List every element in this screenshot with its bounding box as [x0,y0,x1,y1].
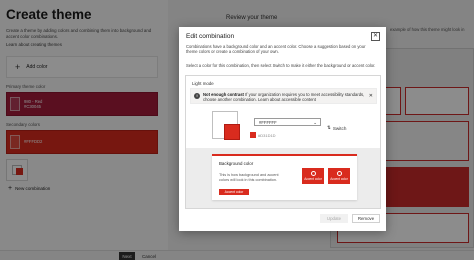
accent-dot [250,132,256,138]
background-color-select[interactable]: #FFFFFF ⌄ [254,118,321,126]
combination-preview: Background color This is how background … [186,148,380,208]
dialog-instruction: Select a color for this combination, the… [186,63,376,68]
accent-color-row[interactable]: #D31D1D [250,132,276,138]
accent-swatch[interactable] [224,124,240,140]
accent-tile: Accent color [328,168,350,184]
contrast-warning: ! Not enough contrast If your organizati… [190,88,377,104]
preview-accent-button: Accent color [219,189,249,195]
dialog-title: Edit combination [186,33,235,40]
tile-label: Accent color [304,177,322,181]
globe-icon [336,171,342,176]
tile-label: Accent color [330,177,348,181]
mode-title: Light mode [192,81,214,86]
preview-description: This is how background and accent colors… [219,173,279,182]
chevron-down-icon: ⌄ [313,120,317,125]
preview-card: Background color This is how background … [212,154,357,200]
warning-link[interactable]: Learn about accessible content [258,97,316,102]
background-hex: #FFFFFF [259,120,277,125]
close-icon[interactable]: ✕ [369,93,373,99]
preview-title: Background color [219,161,254,166]
info-icon: ! [194,93,200,99]
switch-icon: ⇅ [327,125,331,130]
accent-hex: #D31D1D [258,132,276,138]
update-button[interactable]: Update [320,214,348,223]
globe-icon [310,171,316,176]
switch-button[interactable]: ⇅ Switch [327,125,346,131]
accent-tile: Accent color [302,168,324,184]
close-icon[interactable]: ✕ [371,32,380,41]
remove-button[interactable]: Remove [352,214,380,223]
switch-label: Switch [332,125,347,131]
dialog-description: Combinations have a background color and… [186,44,366,55]
light-mode-panel: Light mode ! Not enough contrast If your… [185,75,381,209]
